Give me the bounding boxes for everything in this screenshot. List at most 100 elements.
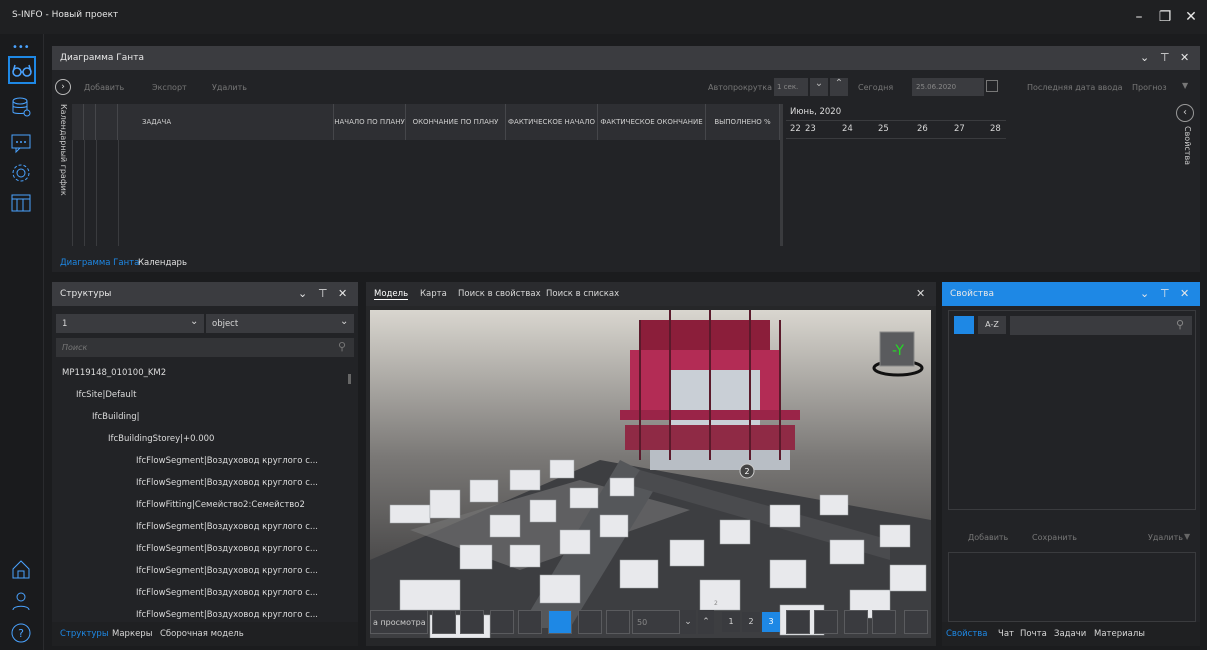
properties-add-button[interactable]: Добавить bbox=[968, 533, 1008, 542]
help-icon[interactable]: ? bbox=[10, 622, 32, 644]
tab-search-properties[interactable]: Поиск в свойствах bbox=[458, 289, 541, 299]
location-pin-icon[interactable] bbox=[460, 610, 484, 634]
gantt-export-button[interactable]: Экспорт bbox=[152, 83, 187, 92]
page-3-button[interactable]: 3 bbox=[762, 612, 780, 632]
structure-select-2[interactable]: object ⌄ bbox=[206, 314, 354, 333]
close-icon[interactable]: ✕ bbox=[338, 287, 347, 300]
expand-arrow-icon[interactable]: › bbox=[55, 79, 71, 95]
search-icon[interactable]: ⚲ bbox=[1176, 318, 1184, 331]
close-icon[interactable]: ✕ bbox=[1180, 51, 1189, 64]
view-mode-glasses-icon[interactable] bbox=[8, 56, 36, 84]
tab-properties[interactable]: Свойства bbox=[946, 629, 988, 639]
tree-item[interactable]: IfcBuildingStorey|+0.000 bbox=[52, 432, 352, 450]
page-2-button[interactable]: 2 bbox=[742, 612, 760, 632]
walk-footprints-icon[interactable] bbox=[578, 610, 602, 634]
more-icon[interactable]: ••• bbox=[12, 42, 30, 53]
last-date-button[interactable]: Последняя дата ввода bbox=[1027, 83, 1123, 92]
pin-icon[interactable]: ⊤ bbox=[1160, 287, 1170, 300]
tab-tasks[interactable]: Задачи bbox=[1054, 629, 1086, 639]
half-circle-icon[interactable] bbox=[872, 610, 896, 634]
properties-save-button[interactable]: Сохранить bbox=[1032, 533, 1077, 542]
chat-icon[interactable] bbox=[10, 132, 32, 154]
tab-map[interactable]: Карта bbox=[420, 289, 447, 299]
tab-assembly-model[interactable]: Сборочная модель bbox=[160, 629, 244, 639]
chevron-down-icon[interactable]: ⌄ bbox=[1140, 51, 1149, 64]
sort-category-icon[interactable] bbox=[954, 316, 974, 334]
speed-icon[interactable] bbox=[606, 610, 630, 634]
speed-field[interactable]: 50 bbox=[632, 610, 680, 634]
measure-icon[interactable] bbox=[518, 610, 542, 634]
ground-level-icon[interactable] bbox=[844, 610, 868, 634]
gantt-add-button[interactable]: Добавить bbox=[84, 83, 124, 92]
tree-item[interactable]: IfcFlowSegment|Воздуховод круглого с... bbox=[52, 586, 352, 604]
tree-item[interactable]: IfcSite|Default bbox=[52, 388, 352, 406]
user-icon[interactable] bbox=[10, 590, 32, 612]
autoscroll-select[interactable]: 1 сек. bbox=[774, 78, 808, 96]
tab-mail[interactable]: Почта bbox=[1020, 629, 1047, 639]
tab-markers[interactable]: Маркеры bbox=[112, 629, 152, 639]
tab-structures[interactable]: Структуры bbox=[60, 629, 109, 639]
forecast-dropdown-icon[interactable]: ▼ bbox=[1182, 81, 1188, 90]
col-fact-start[interactable]: ФАКТИЧЕСКОЕ НАЧАЛО bbox=[506, 104, 598, 140]
tree-item[interactable]: IfcFlowSegment|Воздуховод круглого с... bbox=[52, 608, 352, 622]
3d-viewport[interactable]: 2 -Y bbox=[370, 310, 931, 638]
tab-search-lists[interactable]: Поиск в списках bbox=[546, 289, 619, 299]
close-icon[interactable]: ✕ bbox=[916, 287, 925, 300]
calendar-schedule-side-label[interactable]: Календарный график bbox=[56, 104, 68, 214]
restore-button[interactable]: ❐ bbox=[1154, 6, 1176, 28]
chevron-down-icon[interactable]: ⌄ bbox=[1140, 287, 1149, 300]
tab-gantt[interactable]: Диаграмма Ганта bbox=[60, 258, 139, 268]
today-button[interactable]: Сегодня bbox=[858, 83, 893, 92]
camera-icon[interactable] bbox=[904, 610, 928, 634]
pen-icon[interactable] bbox=[786, 610, 810, 634]
view-mode-field[interactable]: а просмотра bbox=[370, 610, 428, 634]
calendar-icon[interactable] bbox=[10, 192, 32, 214]
calendar-picker-icon[interactable] bbox=[986, 80, 998, 92]
move-arrows-icon[interactable] bbox=[490, 610, 514, 634]
tree-item[interactable]: IfcFlowSegment|Воздуховод круглого с... bbox=[52, 454, 352, 472]
brush-icon[interactable] bbox=[814, 610, 838, 634]
tree-item[interactable]: IfcFlowSegment|Воздуховод круглого с... bbox=[52, 542, 352, 560]
page-1-button[interactable]: 1 bbox=[722, 612, 740, 632]
tree-item[interactable]: IfcFlowSegment|Воздуховод круглого с... bbox=[52, 476, 352, 494]
tree-item[interactable]: IfcFlowFitting|Семейство2:Семейство2 bbox=[52, 498, 352, 516]
properties-delete-button[interactable]: Удалить bbox=[1148, 533, 1183, 542]
tab-model[interactable]: Модель bbox=[374, 289, 409, 300]
pin-icon[interactable]: ⊤ bbox=[1160, 51, 1170, 64]
col-task[interactable]: ЗАДАЧА bbox=[118, 104, 334, 140]
gantt-delete-button[interactable]: Удалить bbox=[212, 83, 247, 92]
structure-search-input[interactable]: Поиск ⚲ bbox=[56, 338, 354, 357]
structure-select-1[interactable]: 1 ⌄ bbox=[56, 314, 204, 333]
settings-gear-icon[interactable] bbox=[10, 162, 32, 184]
col-plan-end[interactable]: ОКОНЧАНИЕ ПО ПЛАНУ bbox=[406, 104, 506, 140]
close-icon[interactable]: ✕ bbox=[1180, 287, 1189, 300]
tree-item[interactable]: IfcBuilding| bbox=[52, 410, 352, 428]
tree-item[interactable]: IfcFlowSegment|Воздуховод круглого с... bbox=[52, 520, 352, 538]
tab-calendar[interactable]: Календарь bbox=[138, 258, 187, 268]
col-plan-start[interactable]: НАЧАЛО ПО ПЛАНУ bbox=[334, 104, 406, 140]
tree-item[interactable]: IfcFlowSegment|Воздуховод круглого с... bbox=[52, 564, 352, 582]
close-window-button[interactable]: ✕ bbox=[1180, 6, 1202, 28]
search-icon[interactable]: ⚲ bbox=[338, 340, 346, 353]
date-field[interactable]: 25.06.2020 bbox=[912, 78, 984, 96]
col-fact-end[interactable]: ФАКТИЧЕСКОЕ ОКОНЧАНИЕ bbox=[598, 104, 706, 140]
fly-mode-airplane-icon[interactable] bbox=[548, 610, 572, 634]
gantt-splitter[interactable] bbox=[780, 104, 783, 246]
properties-side-label[interactable]: Свойства bbox=[1180, 126, 1192, 176]
tab-chat[interactable]: Чат bbox=[998, 629, 1014, 639]
minimize-button[interactable]: – bbox=[1128, 6, 1150, 28]
speed-up-icon[interactable]: ⌃ bbox=[698, 610, 714, 634]
sort-az-button[interactable]: A-Z bbox=[978, 316, 1006, 334]
col-done-percent[interactable]: ВЫПОЛНЕНО % bbox=[706, 104, 780, 140]
forecast-button[interactable]: Прогноз bbox=[1132, 83, 1167, 92]
autoscroll-dropdown-icon[interactable]: ⌄ bbox=[810, 78, 828, 96]
properties-search-input[interactable]: ⚲ bbox=[1010, 316, 1192, 335]
tree-item[interactable]: MP119148_010100_KM2 bbox=[52, 366, 352, 384]
speed-down-icon[interactable]: ⌄ bbox=[680, 610, 696, 634]
chevron-down-icon[interactable]: ⌄ bbox=[298, 287, 307, 300]
actions-dropdown-icon[interactable]: ▼ bbox=[1184, 532, 1190, 541]
tab-materials[interactable]: Материалы bbox=[1094, 629, 1145, 639]
pin-icon[interactable]: ⊤ bbox=[318, 287, 328, 300]
collapse-properties-icon[interactable]: ‹ bbox=[1176, 104, 1194, 122]
autoscroll-up-icon[interactable]: ⌃ bbox=[830, 78, 848, 96]
